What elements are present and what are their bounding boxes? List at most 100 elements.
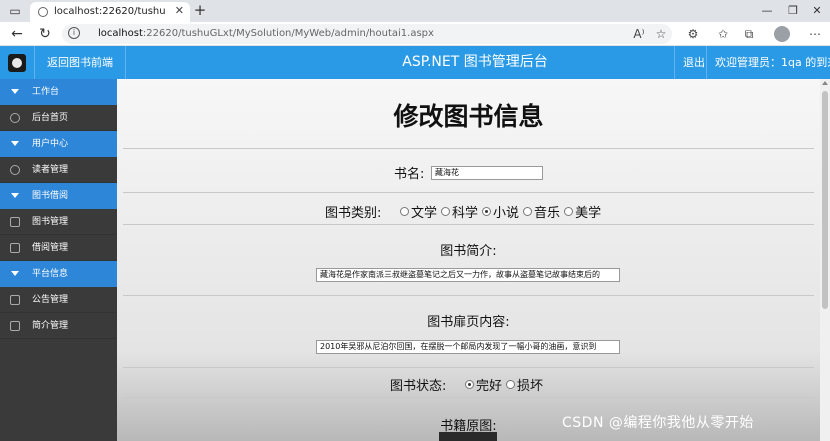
site-info-icon[interactable]: i bbox=[68, 27, 80, 39]
radio-button-selected[interactable] bbox=[482, 207, 492, 216]
sidebar-section-label: 用户中心 bbox=[32, 139, 69, 149]
book-name-input[interactable]: 藏海花 bbox=[431, 166, 543, 180]
sidebar-section-platform-info[interactable]: 平台信息 bbox=[0, 261, 117, 287]
list-icon bbox=[10, 243, 20, 253]
profile-avatar[interactable] bbox=[774, 26, 790, 42]
collections-icon[interactable]: ⧉ bbox=[740, 25, 758, 43]
new-tab-button[interactable]: + bbox=[192, 1, 208, 19]
radio-button[interactable] bbox=[441, 207, 451, 216]
sidebar-section-workbench[interactable]: 工作台 bbox=[0, 79, 117, 105]
category-radio-music[interactable]: 音乐 bbox=[523, 202, 560, 221]
category-radio-science[interactable]: 科学 bbox=[441, 202, 478, 221]
sidebar: 工作台 后台首页 用户中心 读者管理 图书借阅 图书管理 借阅管理 平台信息 公… bbox=[0, 79, 117, 441]
back-arrow-icon[interactable]: ← bbox=[8, 25, 26, 43]
divider bbox=[123, 148, 814, 149]
caret-down-icon bbox=[11, 89, 19, 94]
category-radio-aesthetics[interactable]: 美学 bbox=[564, 202, 601, 221]
sidebar-item-label: 后台首页 bbox=[32, 113, 69, 123]
radio-label: 完好 bbox=[476, 379, 503, 394]
sidebar-section-user-center[interactable]: 用户中心 bbox=[0, 131, 117, 157]
extensions-icon[interactable]: ⚙ bbox=[684, 25, 702, 43]
radio-button-selected[interactable] bbox=[465, 380, 474, 389]
caret-down-icon bbox=[11, 193, 19, 198]
radio-button[interactable] bbox=[523, 207, 533, 216]
read-aloud-icon[interactable]: A⁾ bbox=[630, 25, 648, 43]
reload-icon[interactable]: ↻ bbox=[36, 25, 54, 43]
browser-tab[interactable]: localhost:22620/tushuGLxt/MySc ✕ bbox=[30, 2, 190, 22]
address-bar[interactable]: i localhost:22620/tushuGLxt/MySolution/M… bbox=[62, 24, 672, 44]
tab-title: localhost:22620/tushuGLxt/MySc bbox=[54, 6, 166, 17]
book-name-label: 书名: bbox=[394, 167, 425, 182]
watermark-text: CSDN @编程你我他从零开始 bbox=[562, 415, 754, 431]
status-radio-damaged[interactable]: 损坏 bbox=[506, 375, 543, 394]
sidebar-item-label: 图书管理 bbox=[32, 217, 69, 227]
radio-label: 音乐 bbox=[534, 206, 561, 221]
address-path: :22620/tushuGLxt/MySolution/MyWeb/admin/… bbox=[142, 28, 434, 39]
cover-text-input[interactable]: 2010年吴邪从尼泊尔回国，在摆脱一个邮局内发现了一幅小哥的油画，意识到 bbox=[316, 340, 620, 354]
sidebar-item-notices[interactable]: 公告管理 bbox=[0, 287, 117, 313]
radio-label: 科学 bbox=[452, 206, 479, 221]
favorites-icon[interactable]: ✩ bbox=[714, 25, 732, 43]
window-close-icon[interactable]: ✕ bbox=[804, 2, 830, 20]
minimize-icon[interactable]: — bbox=[754, 2, 780, 20]
sidebar-item-home[interactable]: 后台首页 bbox=[0, 105, 117, 131]
sidebar-section-label: 平台信息 bbox=[32, 269, 69, 279]
welcome-text: 欢迎管理员：1qa 的到来! bbox=[706, 46, 830, 79]
summary-input[interactable]: 藏海花是作家南派三叔继盗墓笔记之后又一力作，故事从盗墓笔记故事结束后的 bbox=[316, 268, 620, 282]
divider bbox=[123, 192, 814, 193]
radio-label: 小说 bbox=[493, 206, 520, 221]
category-label: 图书类别: bbox=[325, 206, 382, 221]
divider bbox=[123, 405, 814, 406]
maximize-icon[interactable]: ❐ bbox=[780, 2, 806, 20]
sidebar-section-borrowing[interactable]: 图书借阅 bbox=[0, 183, 117, 209]
address-host: localhost bbox=[98, 28, 143, 39]
logo-icon bbox=[8, 54, 26, 72]
sidebar-item-label: 简介管理 bbox=[32, 321, 69, 331]
sidebar-item-readers[interactable]: 读者管理 bbox=[0, 157, 117, 183]
favorite-star-icon[interactable]: ☆ bbox=[652, 25, 670, 43]
radio-button[interactable] bbox=[506, 380, 516, 389]
radio-button[interactable] bbox=[400, 207, 409, 216]
tab-actions-icon[interactable]: ▭ bbox=[6, 3, 24, 19]
sidebar-section-label: 图书借阅 bbox=[32, 191, 69, 201]
page-title: 修改图书信息 bbox=[393, 102, 544, 131]
page-scrollbar[interactable] bbox=[820, 79, 830, 441]
header-title: ASP.NET 图书管理后台 bbox=[402, 54, 548, 70]
tab-close-icon[interactable]: ✕ bbox=[175, 4, 184, 17]
home-icon bbox=[10, 113, 20, 123]
scroll-up-icon[interactable] bbox=[822, 81, 828, 85]
back-to-frontend-link[interactable]: 返回图书前端 bbox=[34, 46, 126, 79]
caret-down-icon bbox=[11, 141, 19, 146]
summary-label: 图书简介: bbox=[440, 244, 497, 259]
cover-text-label: 图书扉页内容: bbox=[427, 315, 510, 330]
status-radio-intact[interactable]: 完好 bbox=[465, 375, 502, 394]
category-radio-novel[interactable]: 小说 bbox=[482, 202, 519, 221]
address-url: localhost:22620/tushuGLxt/MySolution/MyW… bbox=[98, 27, 434, 41]
sidebar-section-label: 工作台 bbox=[32, 87, 60, 97]
divider bbox=[123, 397, 814, 398]
radio-button[interactable] bbox=[564, 207, 574, 216]
category-radio-literature[interactable]: 文学 bbox=[400, 202, 437, 221]
browser-toolbar: ← ↻ i localhost:22620/tushuGLxt/MySoluti… bbox=[0, 22, 830, 46]
radio-label: 损坏 bbox=[517, 379, 544, 394]
sidebar-item-label: 读者管理 bbox=[32, 165, 69, 175]
app-header: 返回图书前端 ASP.NET 图书管理后台 退出 欢迎管理员：1qa 的到来! bbox=[0, 46, 830, 79]
browser-tab-bar: ▭ localhost:22620/tushuGLxt/MySc ✕ + — ❐… bbox=[0, 0, 830, 22]
info-icon bbox=[10, 321, 20, 331]
status-radio-group: 完好 损坏 bbox=[465, 375, 547, 394]
main-content: 修改图书信息 书名: 藏海花 图书类别: 文学 科学 小说 音乐 美学 图书简介… bbox=[117, 79, 820, 441]
caret-down-icon bbox=[11, 271, 19, 276]
sidebar-item-books[interactable]: 图书管理 bbox=[0, 209, 117, 235]
category-radio-group: 文学 科学 小说 音乐 美学 bbox=[400, 202, 605, 221]
sidebar-item-label: 借阅管理 bbox=[32, 243, 69, 253]
book-cover-image bbox=[439, 432, 497, 441]
sidebar-item-loans[interactable]: 借阅管理 bbox=[0, 235, 117, 261]
divider bbox=[123, 367, 814, 368]
more-menu-icon[interactable]: ⋯ bbox=[806, 25, 824, 43]
sidebar-item-intro[interactable]: 简介管理 bbox=[0, 313, 117, 339]
user-icon bbox=[10, 165, 20, 175]
radio-label: 文学 bbox=[411, 206, 438, 221]
page-favicon-icon bbox=[38, 7, 48, 17]
scroll-thumb[interactable] bbox=[822, 91, 828, 309]
divider bbox=[123, 295, 814, 296]
